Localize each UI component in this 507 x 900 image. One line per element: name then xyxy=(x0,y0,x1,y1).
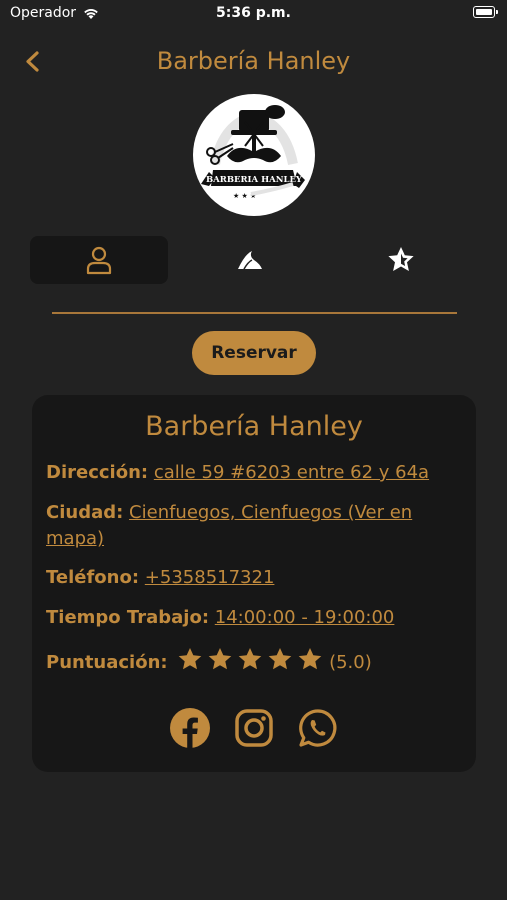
phone-link[interactable]: +5358517321 xyxy=(145,567,275,588)
star-filled-icon xyxy=(269,648,292,670)
profile-tabs xyxy=(30,236,470,284)
star-icon xyxy=(388,247,414,271)
whatsapp-icon xyxy=(299,709,337,747)
rating-stars xyxy=(177,647,323,671)
hours-link[interactable]: 14:00:00 - 19:00:00 xyxy=(215,607,395,628)
feed-icon xyxy=(238,251,262,270)
star-filled-icon xyxy=(209,648,232,670)
user-icon xyxy=(86,246,112,275)
instagram-icon xyxy=(235,709,273,747)
address-link[interactable]: calle 59 #6203 entre 62 y 64a xyxy=(154,462,429,483)
address-label: Dirección: xyxy=(46,462,149,483)
tab-divider xyxy=(52,312,457,314)
star-filled-icon xyxy=(239,648,262,670)
address-row: Dirección: calle 59 #6203 entre 62 y 64a xyxy=(46,460,466,486)
tab-reviews[interactable] xyxy=(332,236,470,284)
facebook-icon xyxy=(170,708,210,748)
barbershop-logo: BARBERIA HANLEY ★ ★ ★ xyxy=(193,94,315,216)
hours-label: Tiempo Trabajo: xyxy=(46,607,210,628)
phone-row: Teléfono: +5358517321 xyxy=(46,565,466,591)
tab-profile[interactable] xyxy=(30,236,168,284)
info-card: Barbería Hanley Dirección: calle 59 #620… xyxy=(32,395,476,772)
status-time: 5:36 p.m. xyxy=(216,5,291,21)
hours-row: Tiempo Trabajo: 14:00:00 - 19:00:00 xyxy=(46,605,466,631)
city-row: Ciudad: Cienfuegos, Cienfuegos (Ver en m… xyxy=(46,500,466,552)
rating-value: (5.0) xyxy=(329,652,372,673)
rating-label: Puntuación: xyxy=(46,652,168,673)
page-title: Barbería Hanley xyxy=(156,47,351,75)
whatsapp-button[interactable] xyxy=(297,707,339,749)
star-filled-icon xyxy=(179,648,202,670)
city-label: Ciudad: xyxy=(46,502,124,523)
facebook-button[interactable] xyxy=(169,707,211,749)
status-bar: Operador 5:36 p.m. xyxy=(0,0,507,28)
tab-feed[interactable] xyxy=(181,236,319,284)
reserve-button[interactable]: Reservar xyxy=(192,331,316,375)
phone-label: Teléfono: xyxy=(46,567,140,588)
star-filled-icon xyxy=(299,648,322,670)
social-links xyxy=(32,707,476,749)
battery-icon xyxy=(473,6,498,18)
instagram-button[interactable] xyxy=(233,707,275,749)
rating-row: Puntuación: (5.0) xyxy=(46,647,466,676)
nav-bar: Barbería Hanley xyxy=(0,38,507,84)
card-title: Barbería Hanley xyxy=(145,411,363,442)
